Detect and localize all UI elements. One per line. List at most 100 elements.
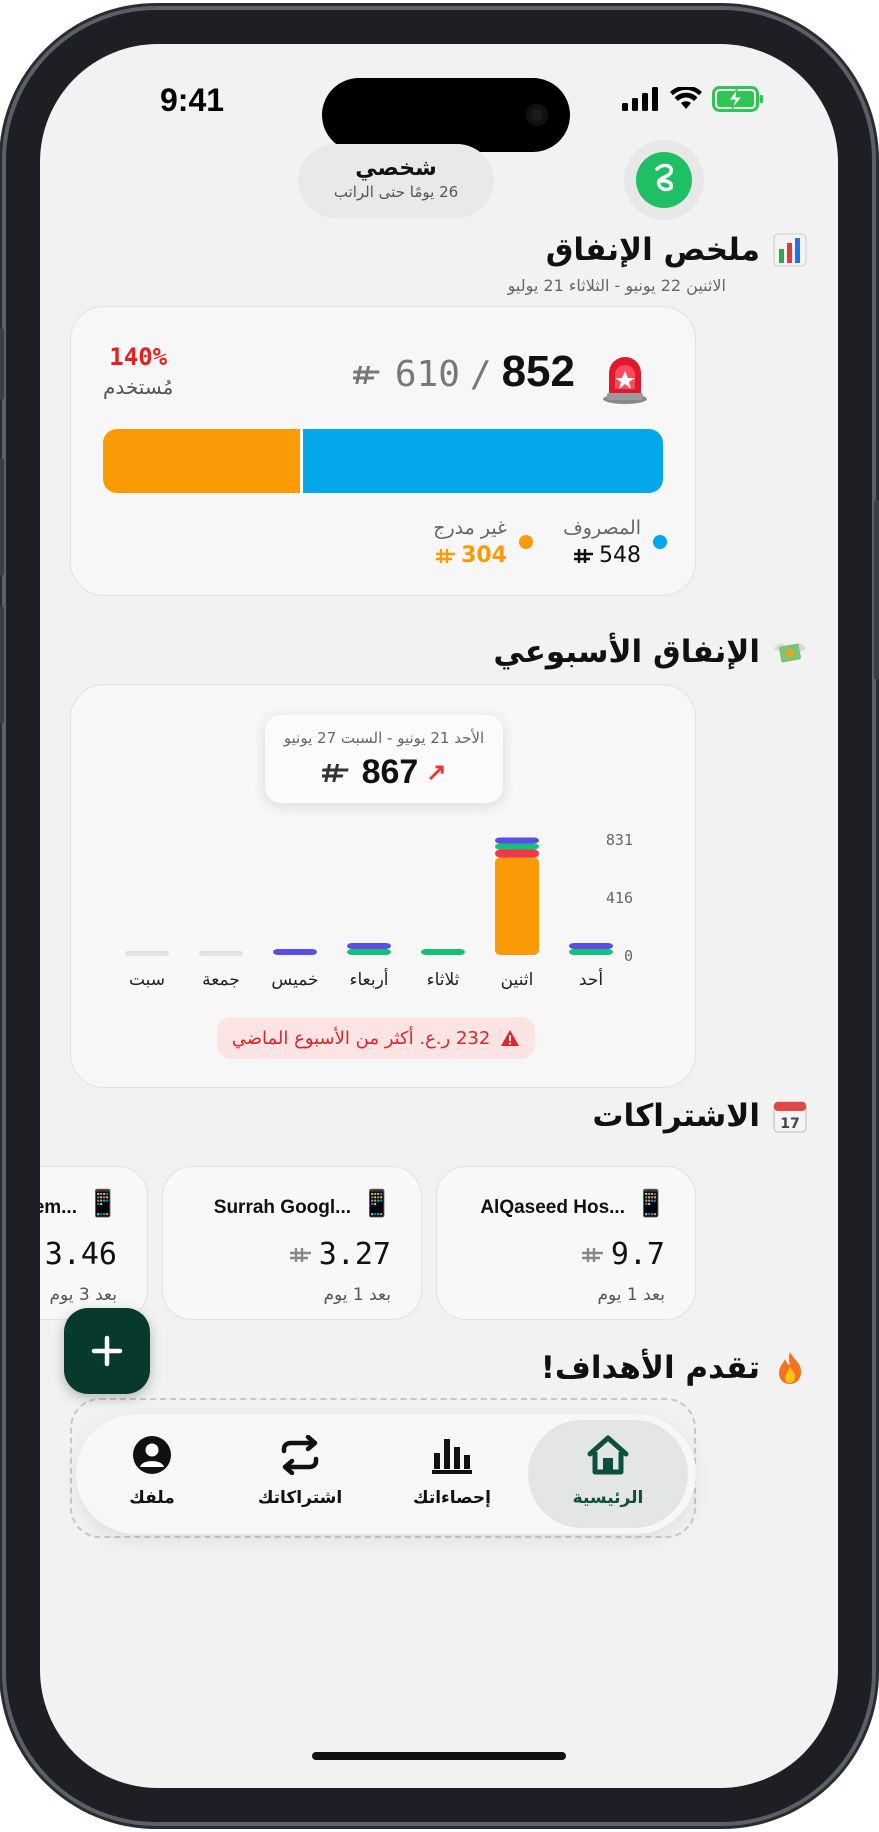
x-tick-label: أربعاء — [349, 968, 388, 990]
legend-uncategorized: غير مدرج 304 — [433, 517, 533, 568]
week-total-tooltip: الأحد 21 يونيو - السبت 27 يونيو 867 ↗ — [265, 715, 503, 803]
volume-up-button — [0, 458, 4, 576]
mobile-phone-icon: 📱 — [86, 1189, 119, 1219]
y-tick-label: 416 — [606, 889, 633, 907]
riyal-symbol-icon — [321, 763, 349, 782]
percent-used-box: 140% مُستخدم — [103, 343, 173, 399]
home-icon — [587, 1435, 629, 1475]
money-wings-icon — [772, 634, 808, 670]
battery-charging-icon — [712, 86, 763, 112]
weekly-title: الإنفاق الأسبوعي — [493, 634, 808, 670]
payday-countdown: 26 يومًا حتى الراتب — [333, 183, 459, 201]
riyal-symbol-icon — [352, 366, 380, 384]
spent-amount: 852 — [501, 347, 575, 396]
x-tick-label: اثنين — [501, 970, 534, 990]
bar-segment[interactable] — [347, 949, 391, 955]
weekly-chart-card[interactable]: 0 416 831 أحد اثنين ثلاثاء أربعاء خميس جمعة سبت ا… — [70, 684, 696, 1088]
budget-amount: 610 — [394, 354, 460, 395]
x-tick-label: سبت — [129, 970, 165, 990]
bar-segment[interactable] — [495, 837, 539, 844]
bar-empty — [125, 951, 169, 956]
riyal-symbol-icon — [289, 1247, 311, 1262]
tab-home[interactable]: الرئيسية — [528, 1420, 688, 1528]
profile-switcher[interactable]: شخصي 26 يومًا حتى الراتب — [298, 144, 494, 218]
app-logo-button[interactable] — [624, 140, 704, 220]
subscription-due: بعد 1 يوم — [597, 1285, 665, 1305]
phone-frame: 9:41 شخصي 26 يومًا حتى الراتب ملخص الإنف… — [0, 10, 879, 1822]
subscription-due: بعد 1 يوم — [323, 1285, 391, 1305]
legend-spent: المصروف 548 — [563, 517, 667, 568]
tooltip-total: 867 ↗ — [265, 753, 503, 792]
user-circle-icon — [133, 1436, 171, 1474]
trend-up-icon: ↗ — [426, 759, 447, 786]
volume-down-button — [0, 606, 4, 724]
bar-segment[interactable] — [569, 943, 613, 949]
siren-icon — [603, 357, 647, 404]
riyal-symbol-icon — [581, 1247, 603, 1262]
amount-separator: / — [469, 354, 492, 395]
weekly-title-text: الإنفاق الأسبوعي — [493, 634, 760, 670]
summary-title-text: ملخص الإنفاق — [545, 232, 760, 268]
bar-empty — [199, 951, 243, 956]
percent-used-label: مُستخدم — [103, 375, 174, 399]
week-comparison-alert: 232 ر.ع. أكثر من الأسبوع الماضي — [217, 1017, 535, 1059]
power-button — [874, 500, 879, 680]
bar-segment[interactable] — [495, 857, 539, 955]
fire-icon — [772, 1350, 808, 1386]
repeat-arrows-icon — [281, 1435, 319, 1475]
x-tick-label: ثلاثاء — [427, 970, 460, 990]
riyal-symbol-icon — [574, 548, 593, 563]
app-screen: 9:41 شخصي 26 يومًا حتى الراتب ملخص الإنف… — [40, 44, 838, 1788]
warning-icon — [501, 1030, 520, 1046]
tooltip-total-value: 867 — [361, 753, 419, 791]
calendar-icon: 17 — [772, 1098, 808, 1134]
budget-progress-bar — [103, 429, 663, 493]
tab-home-label: الرئيسية — [572, 1488, 644, 1508]
tab-stats[interactable]: إحصاءاتك — [382, 1414, 522, 1534]
week-comparison-text: 232 ر.ع. أكثر من الأسبوع الماضي — [231, 1027, 491, 1049]
bar-segment[interactable] — [495, 849, 539, 858]
legend-uncategorized-label: غير مدرج — [433, 517, 507, 539]
status-bar: 9:41 — [40, 44, 838, 118]
bottom-tab-bar: الرئيسية إحصاءاتك اشتراكاتك ملفك — [76, 1414, 696, 1534]
signal-icon — [622, 87, 658, 111]
spent-vs-budget: 610 / 852 — [352, 347, 575, 397]
action-button — [0, 328, 4, 400]
subscription-card[interactable]: 📱 em... 3.46 بعد 3 يوم — [40, 1166, 148, 1320]
profile-name: شخصي — [355, 156, 437, 181]
goals-title: تقدم الأهداف! — [541, 1350, 808, 1386]
home-indicator — [312, 1752, 566, 1760]
subscription-price-value: 3.46 — [44, 1237, 117, 1272]
bar-segment[interactable] — [421, 949, 465, 955]
plus-icon — [91, 1335, 123, 1367]
progress-uncategorized-segment — [103, 429, 303, 493]
summary-card[interactable]: 610 / 852 140% مُستخدم المصروف 548 غير م… — [70, 306, 696, 596]
app-logo-icon — [655, 163, 674, 192]
bar-segment[interactable] — [273, 949, 317, 955]
subscription-price-value: 9.7 — [610, 1237, 665, 1272]
bar-segment[interactable] — [347, 943, 391, 949]
x-tick-label: خميس — [271, 970, 318, 990]
subscription-price: 9.7 — [581, 1237, 665, 1272]
riyal-symbol-icon — [436, 548, 456, 563]
legend-uncategorized-dot — [519, 535, 533, 549]
mobile-phone-icon: 📱 — [634, 1189, 667, 1219]
bar-chart-icon — [432, 1439, 472, 1474]
subscription-price-value: 3.27 — [318, 1237, 391, 1272]
wifi-icon — [670, 87, 702, 109]
tab-profile-label: ملفك — [129, 1488, 175, 1508]
x-tick-label: جمعة — [202, 970, 240, 990]
bar-segment[interactable] — [569, 949, 613, 955]
tab-stats-label: إحصاءاتك — [413, 1488, 491, 1508]
bar-segment[interactable] — [495, 843, 539, 850]
subscription-card[interactable]: 📱 Surrah Googl... 3.27 بعد 1 يوم — [162, 1166, 422, 1320]
progress-spent-segment — [302, 429, 663, 493]
subscription-name: em... — [40, 1197, 77, 1218]
subscription-card[interactable]: 📱 AlQaseed Hos... 9.7 بعد 1 يوم — [436, 1166, 696, 1320]
tab-profile[interactable]: ملفك — [82, 1414, 222, 1534]
subscriptions-title: 17 الاشتراكات — [592, 1098, 808, 1134]
subscription-name: AlQaseed Hos... — [480, 1197, 625, 1218]
y-tick-label: 0 — [624, 947, 633, 965]
add-transaction-button[interactable] — [64, 1308, 150, 1394]
tab-subscriptions[interactable]: اشتراكاتك — [230, 1414, 370, 1534]
